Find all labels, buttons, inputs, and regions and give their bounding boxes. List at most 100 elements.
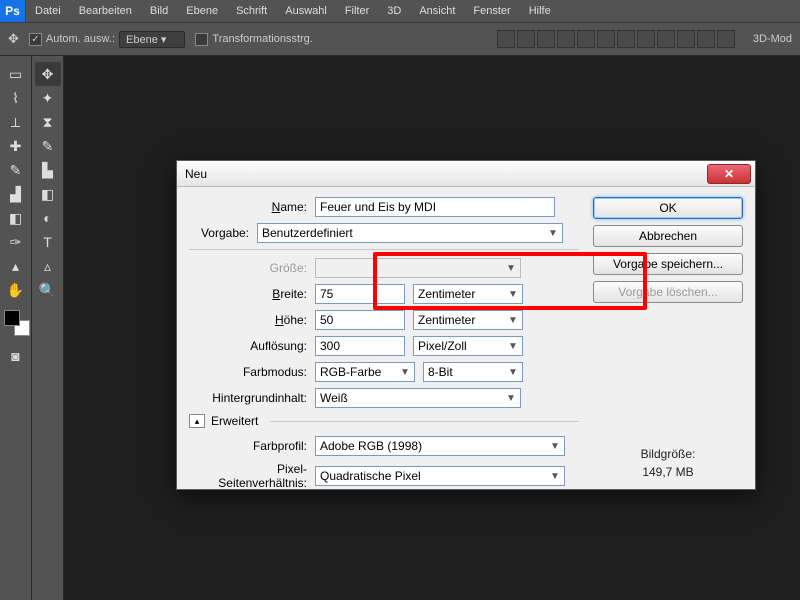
image-size-info: Bildgröße: 149,7 MB — [593, 347, 743, 479]
name-input[interactable] — [315, 197, 555, 217]
resolution-label: Auflösung: — [189, 339, 307, 353]
chevron-down-icon: ▼ — [548, 471, 562, 482]
brush-tool-icon[interactable]: ✎ — [3, 158, 29, 182]
eyedropper-tool-icon[interactable]: ⧗ — [35, 110, 61, 134]
advanced-toggle[interactable]: ▴ — [189, 414, 205, 428]
height-input[interactable] — [315, 310, 405, 330]
auto-select-target[interactable]: Ebene ▾ — [119, 31, 185, 48]
menubar: Ps Datei Bearbeiten Bild Ebene Schrift A… — [0, 0, 800, 22]
dodge-tool-icon[interactable]: ◐ — [35, 206, 61, 230]
chevron-down-icon: ▼ — [546, 228, 560, 239]
bgcontent-select[interactable]: Weiß▼ — [315, 388, 521, 408]
tool-panels: ▭ ⌇ ⟂ ✚ ✎ ▟ ◧ ✑ ▴ ✋ ◙ ✥ ✦ ⧗ ✎ ▙ ◧ ◐ T ▵ … — [0, 56, 64, 600]
patch-tool-icon[interactable]: ✚ — [3, 134, 29, 158]
menu-bild[interactable]: Bild — [141, 5, 177, 17]
pixelaspect-select[interactable]: Quadratische Pixel▼ — [315, 466, 565, 486]
quickmask-icon[interactable]: ◙ — [3, 344, 29, 368]
save-preset-button[interactable]: Vorgabe speichern... — [593, 253, 743, 275]
transform-controls-label: Transformationsstrg. — [212, 33, 312, 45]
width-unit-select[interactable]: Zentimeter▼ — [413, 284, 523, 304]
chevron-down-icon: ▼ — [506, 315, 520, 326]
align-btn[interactable] — [697, 30, 715, 48]
size-select: ▼ — [315, 258, 521, 278]
chevron-up-icon: ▴ — [195, 416, 200, 427]
pen-tool-icon[interactable]: ✑ — [3, 230, 29, 254]
gradient-tool-icon[interactable]: ◧ — [35, 182, 61, 206]
stamp-tool-icon[interactable]: ▙ — [35, 158, 61, 182]
align-btn[interactable] — [717, 30, 735, 48]
crop-tool-icon[interactable]: ⟂ — [3, 110, 29, 134]
align-btn[interactable] — [517, 30, 535, 48]
chevron-down-icon: ▼ — [504, 263, 518, 274]
colormode-select[interactable]: RGB-Farbe▼ — [315, 362, 415, 382]
align-btn[interactable] — [577, 30, 595, 48]
align-btn[interactable] — [677, 30, 695, 48]
menu-bearbeiten[interactable]: Bearbeiten — [70, 5, 141, 17]
options-bar: ✥ ✓ Autom. ausw.: Ebene ▾ Transformation… — [0, 22, 800, 56]
align-btn[interactable] — [617, 30, 635, 48]
close-icon: ✕ — [724, 167, 734, 181]
tool-column-1: ▭ ⌇ ⟂ ✚ ✎ ▟ ◧ ✑ ▴ ✋ ◙ — [0, 56, 32, 600]
zoom-tool-icon[interactable]: 🔍 — [35, 278, 61, 302]
menu-schrift[interactable]: Schrift — [227, 5, 276, 17]
align-btn[interactable] — [657, 30, 675, 48]
align-btn[interactable] — [597, 30, 615, 48]
align-btn[interactable] — [637, 30, 655, 48]
hand-tool-icon[interactable]: ✋ — [3, 278, 29, 302]
colordepth-select[interactable]: 8-Bit▼ — [423, 362, 523, 382]
dialog-titlebar[interactable]: Neu ✕ — [177, 161, 755, 187]
chevron-down-icon: ▼ — [398, 367, 412, 378]
marquee-tool-icon[interactable]: ▭ — [3, 62, 29, 86]
pixelaspect-label: Pixel-Seitenverhältnis: — [189, 462, 307, 490]
chevron-down-icon: ▼ — [506, 341, 520, 352]
move-tool-icon[interactable]: ✥ — [35, 62, 61, 86]
chevron-down-icon: ▼ — [548, 441, 562, 452]
height-unit-select[interactable]: Zentimeter▼ — [413, 310, 523, 330]
clone-stamp-tool-icon[interactable]: ▟ — [3, 182, 29, 206]
menu-hilfe[interactable]: Hilfe — [520, 5, 560, 17]
width-input[interactable] — [315, 284, 405, 304]
colormode-label: Farbmodus: — [189, 365, 307, 379]
path-select-tool-icon[interactable]: ▴ — [3, 254, 29, 278]
menu-auswahl[interactable]: Auswahl — [276, 5, 336, 17]
auto-select-checkbox[interactable]: ✓ — [29, 33, 42, 46]
chevron-down-icon: ▼ — [506, 289, 520, 300]
menu-ansicht[interactable]: Ansicht — [410, 5, 464, 17]
menu-fenster[interactable]: Fenster — [464, 5, 519, 17]
height-label: Höhe: — [189, 313, 307, 327]
menu-3d[interactable]: 3D — [378, 5, 410, 17]
healing-brush-tool-icon[interactable]: ✎ — [35, 134, 61, 158]
image-size-value: 149,7 MB — [593, 465, 743, 479]
menu-ebene[interactable]: Ebene — [177, 5, 227, 17]
direct-select-tool-icon[interactable]: ▵ — [35, 254, 61, 278]
transform-controls-checkbox[interactable] — [195, 33, 208, 46]
colorprofile-label: Farbprofil: — [189, 439, 307, 453]
cancel-button[interactable]: Abbrechen — [593, 225, 743, 247]
color-swatches[interactable] — [2, 308, 30, 336]
resolution-unit-select[interactable]: Pixel/Zoll▼ — [413, 336, 523, 356]
colorprofile-select[interactable]: Adobe RGB (1998)▼ — [315, 436, 565, 456]
align-buttons — [497, 30, 735, 48]
menu-filter[interactable]: Filter — [336, 5, 378, 17]
align-btn[interactable] — [557, 30, 575, 48]
resolution-input[interactable] — [315, 336, 405, 356]
move-tool-icon: ✥ — [8, 31, 19, 47]
chevron-down-icon: ▼ — [506, 367, 520, 378]
type-tool-icon[interactable]: T — [35, 230, 61, 254]
preset-select[interactable]: Benutzerdefiniert▼ — [257, 223, 563, 243]
menu-datei[interactable]: Datei — [26, 5, 70, 17]
lasso-tool-icon[interactable]: ⌇ — [3, 86, 29, 110]
dialog-title: Neu — [185, 167, 707, 181]
tool-column-2: ✥ ✦ ⧗ ✎ ▙ ◧ ◐ T ▵ 🔍 — [32, 56, 64, 600]
eraser-tool-icon[interactable]: ◧ — [3, 206, 29, 230]
ok-button[interactable]: OK — [593, 197, 743, 219]
align-btn[interactable] — [497, 30, 515, 48]
close-button[interactable]: ✕ — [707, 164, 751, 184]
magic-wand-tool-icon[interactable]: ✦ — [35, 86, 61, 110]
foreground-color-swatch[interactable] — [4, 310, 20, 326]
image-size-label: Bildgröße: — [593, 447, 743, 461]
new-document-dialog: Neu ✕ NName:ame: Vorgabe: Benutzerdefini… — [176, 160, 756, 490]
width-label: Breite: — [189, 287, 307, 301]
align-btn[interactable] — [537, 30, 555, 48]
mode-3d-label[interactable]: 3D-Mod — [753, 33, 792, 45]
